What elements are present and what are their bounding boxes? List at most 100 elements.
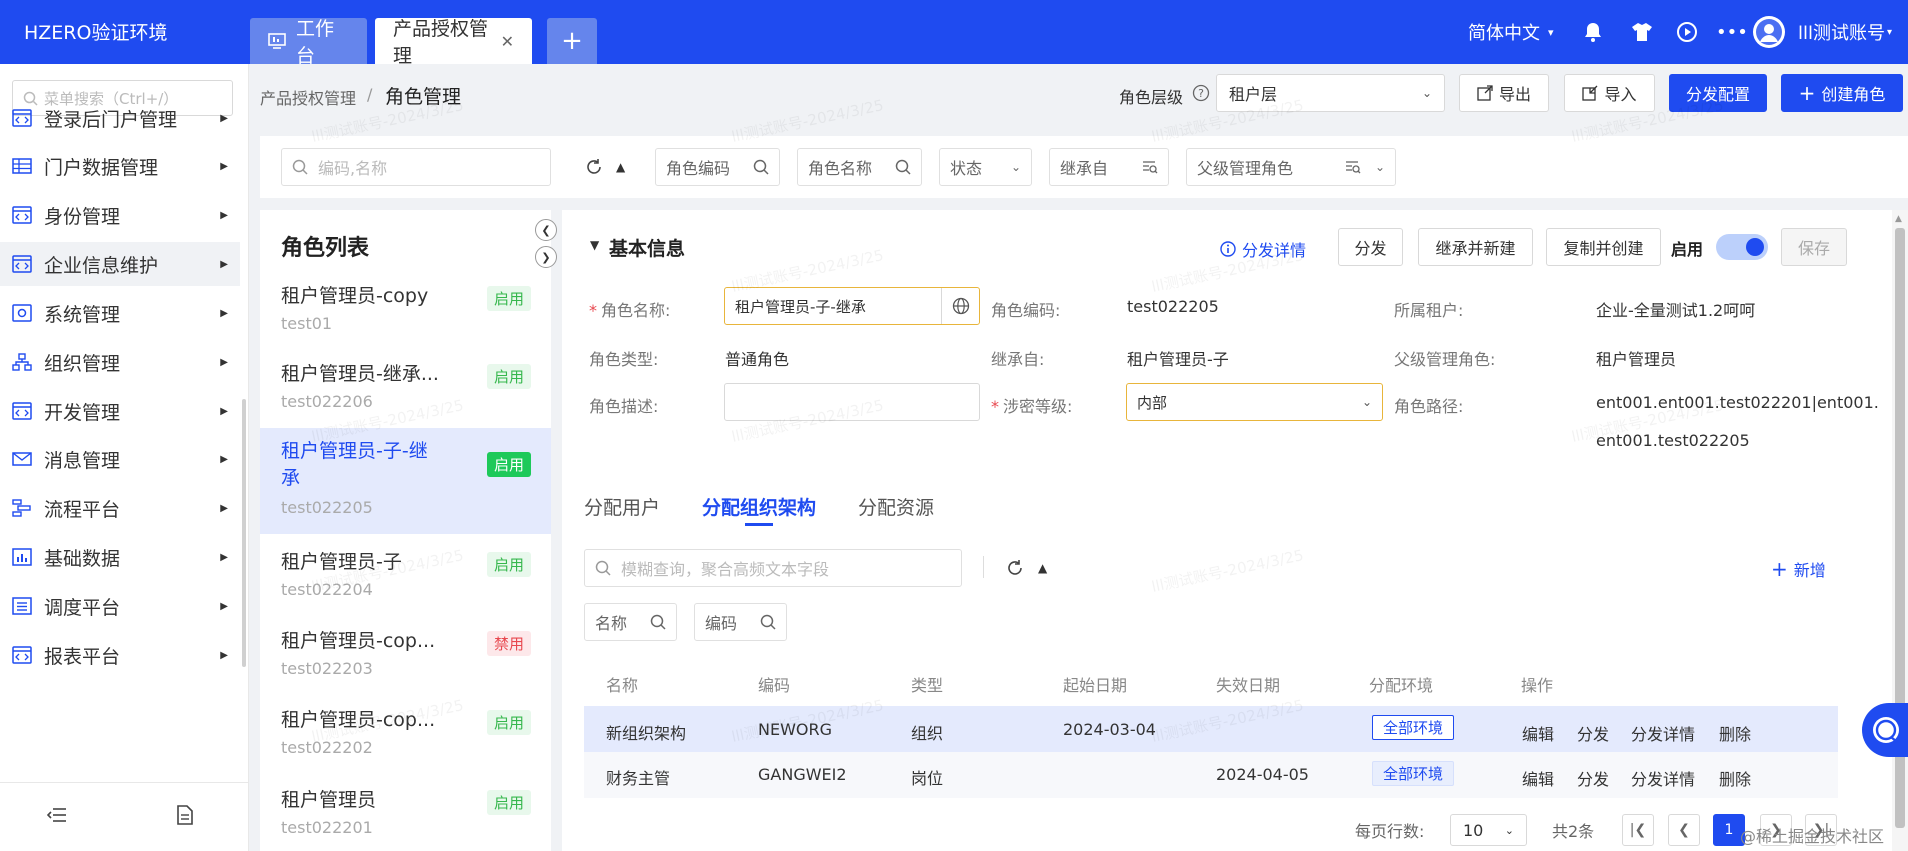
save-button[interactable]: 保存: [1781, 228, 1847, 266]
collapse-up-icon[interactable]: ▲: [1038, 561, 1047, 575]
edit-link[interactable]: 编辑: [1522, 721, 1554, 745]
code-name-search-input[interactable]: 编码,名称: [281, 148, 551, 186]
filter-role-name[interactable]: 角色名称: [797, 148, 922, 186]
role-name-input[interactable]: 租户管理员-子-继承: [724, 287, 980, 325]
role-item[interactable]: 租户管理员-继承... test022206 启用: [260, 356, 551, 426]
chevron-left-icon[interactable]: ❮: [535, 219, 557, 241]
bell-icon[interactable]: [1582, 0, 1604, 64]
collapse-up-icon[interactable]: ▲: [616, 160, 625, 174]
copy-create-button[interactable]: 复制并创建: [1546, 228, 1661, 266]
distribute-link[interactable]: 分发: [1577, 721, 1609, 745]
scroll-up-icon[interactable]: ▲: [1895, 214, 1902, 224]
tab-assign-users[interactable]: 分配用户: [584, 493, 660, 520]
close-icon[interactable]: ✕: [501, 32, 514, 51]
secret-level-select[interactable]: 内部 ⌄: [1126, 383, 1383, 421]
status-badge: 禁用: [486, 631, 531, 656]
role-item[interactable]: 租户管理员 test022201 启用: [260, 782, 551, 851]
role-item[interactable]: 租户管理员-cop... test022202 启用: [260, 702, 551, 772]
role-list-title: 角色列表: [281, 236, 370, 261]
sidebar-item-organization[interactable]: 组织管理 ▶: [0, 340, 240, 384]
add-tab-button[interactable]: +: [547, 18, 597, 64]
filter-parent-role[interactable]: 父级管理角色 ⌄: [1186, 148, 1396, 186]
tab-product-auth[interactable]: 产品授权管理 ✕: [375, 18, 532, 67]
delete-link[interactable]: 删除: [1719, 766, 1751, 790]
sidebar-item-message[interactable]: 消息管理 ▶: [0, 437, 240, 481]
role-name-value: 租户管理员-子-继承: [735, 297, 866, 316]
role-list-panel: 角色列表 租户管理员-copy test01 启用 租户管理员-继承... te…: [260, 210, 551, 851]
sidebar-item-enterprise-info[interactable]: 企业信息维护 ▶: [0, 242, 240, 286]
assistant-float-button[interactable]: [1862, 703, 1908, 757]
filter-status[interactable]: 状态 ⌄: [939, 148, 1032, 186]
delete-link[interactable]: 删除: [1719, 721, 1751, 745]
filter-inherit-from[interactable]: 继承自: [1049, 148, 1169, 186]
refresh-icon[interactable]: [585, 158, 603, 176]
sidebar-item-system[interactable]: 系统管理 ▶: [0, 291, 240, 335]
tenant-value: 企业-全量测试1.2呵呵: [1596, 301, 1756, 320]
distribute-detail-label: 分发详情: [1242, 241, 1307, 260]
org-filter-code[interactable]: 编码: [694, 603, 787, 641]
distribute-detail-link[interactable]: 分发详情: [1631, 721, 1695, 745]
sidebar-item-portal-after-login[interactable]: 登录后门户管理 ▶: [0, 96, 240, 140]
distribute-button[interactable]: 分发: [1338, 228, 1403, 266]
sidebar-item-scheduler[interactable]: 调度平台 ▶: [0, 584, 240, 628]
org-fuzzy-search-input[interactable]: 模糊查询，聚合高频文本字段: [584, 549, 962, 587]
page-size-value: 10: [1463, 820, 1484, 840]
export-button[interactable]: 导出: [1459, 74, 1549, 112]
filter-role-code[interactable]: 角色编码: [655, 148, 780, 186]
create-role-button[interactable]: + 创建角色: [1781, 74, 1903, 112]
sidebar-item-base-data[interactable]: 基础数据 ▶: [0, 535, 240, 579]
play-circle-icon[interactable]: [1676, 0, 1698, 64]
edit-link[interactable]: 编辑: [1522, 766, 1554, 790]
refresh-icon[interactable]: [1006, 559, 1024, 577]
role-item[interactable]: 租户管理员-copy test01 启用: [260, 278, 551, 348]
enable-toggle[interactable]: [1716, 234, 1768, 260]
user-menu[interactable]: lll测试账号 ▾: [1798, 0, 1892, 64]
tab-assign-org[interactable]: 分配组织架构: [702, 493, 816, 520]
first-page-icon[interactable]: |❮: [1622, 814, 1654, 846]
add-org-button[interactable]: + 新增: [1771, 557, 1826, 581]
sidebar-scrollbar[interactable]: [242, 399, 246, 667]
distribute-detail-link[interactable]: 分发详情: [1220, 237, 1306, 261]
status-badge: 启用: [486, 552, 531, 577]
more-icon[interactable]: •••: [1716, 0, 1748, 64]
language-select[interactable]: 简体中文 ▾: [1468, 0, 1554, 64]
help-circle-icon[interactable]: ?: [1192, 84, 1210, 102]
org-search-placeholder: 模糊查询，聚合高频文本字段: [621, 560, 830, 579]
shirt-icon[interactable]: [1630, 0, 1654, 64]
role-level-select[interactable]: 租户层 ⌄: [1216, 74, 1445, 112]
avatar[interactable]: [1752, 0, 1786, 64]
document-icon[interactable]: [176, 805, 194, 825]
sidebar-item-label: 身份管理: [44, 205, 121, 228]
collapse-menu-icon[interactable]: [47, 806, 67, 824]
total-count: 共2条: [1552, 822, 1595, 841]
sidebar-item-identity[interactable]: 身份管理 ▶: [0, 193, 240, 237]
tab-assign-resources[interactable]: 分配资源: [858, 493, 934, 520]
breadcrumb-parent[interactable]: 产品授权管理: [260, 85, 356, 109]
page-size-select[interactable]: 10 ⌄: [1450, 814, 1527, 846]
chevron-right-icon[interactable]: ❯: [535, 246, 557, 268]
role-item-selected[interactable]: 租户管理员-子-继 承 test022205 启用: [260, 428, 551, 534]
breadcrumb-separator: /: [367, 85, 373, 104]
sidebar-item-report[interactable]: 报表平台 ▶: [0, 633, 240, 677]
caret-down-icon[interactable]: ▼: [590, 238, 599, 252]
globe-icon[interactable]: [941, 288, 979, 324]
sidebar-item-portal-data[interactable]: 门户数据管理 ▶: [0, 144, 240, 188]
role-desc-label: 角色描述:: [589, 397, 659, 416]
role-item[interactable]: 租户管理员-子 test022204 启用: [260, 544, 551, 614]
tab-workbench[interactable]: 工作台: [250, 18, 367, 67]
sidebar-item-development[interactable]: 开发管理 ▶: [0, 389, 240, 433]
role-desc-input[interactable]: [724, 383, 980, 421]
distribute-config-button[interactable]: 分发配置: [1669, 74, 1767, 112]
role-path-label: 角色路径:: [1394, 397, 1464, 416]
plus-icon: +: [561, 26, 583, 56]
distribute-detail-link[interactable]: 分发详情: [1631, 766, 1695, 790]
add-label: 新增: [1793, 561, 1826, 580]
role-item[interactable]: 租户管理员-cop... test022203 禁用: [260, 623, 551, 693]
org-filter-name[interactable]: 名称: [584, 603, 677, 641]
col-actions: 操作: [1521, 676, 1554, 695]
import-button[interactable]: 导入: [1564, 74, 1655, 112]
inherit-new-button[interactable]: 继承并新建: [1418, 228, 1533, 266]
prev-page-icon[interactable]: ❮: [1668, 814, 1700, 846]
sidebar-item-workflow[interactable]: 流程平台 ▶: [0, 486, 240, 530]
distribute-link[interactable]: 分发: [1577, 766, 1609, 790]
